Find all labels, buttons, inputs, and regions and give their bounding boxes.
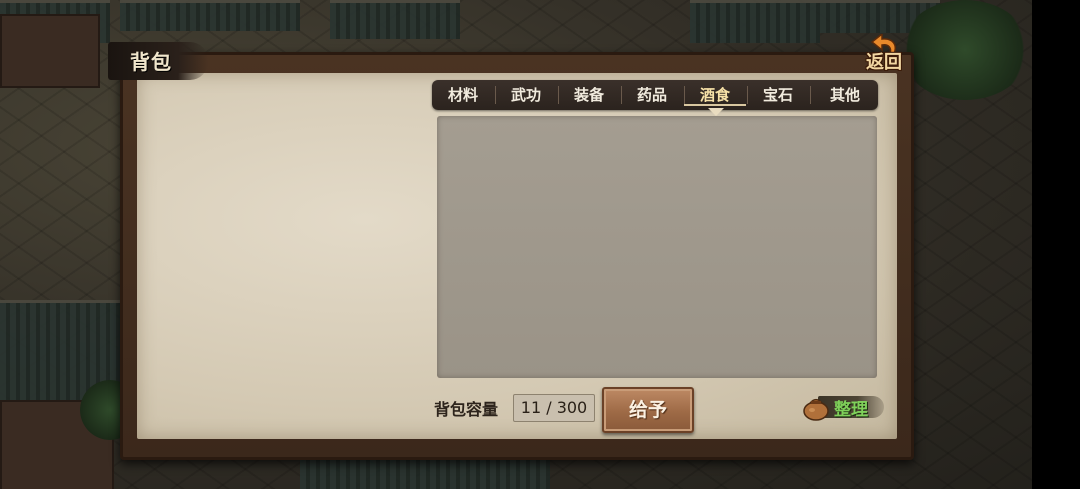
- item-grid[interactable]: [437, 116, 877, 378]
- bag-icon: [803, 398, 829, 421]
- background-tree: [900, 0, 1030, 100]
- background-roof: [330, 0, 460, 39]
- capacity-label: 背包容量: [434, 400, 499, 419]
- active-tab-indicator: [708, 108, 724, 116]
- screen-edge: [1032, 0, 1080, 489]
- tab-medicine[interactable]: 药品: [621, 80, 683, 110]
- sort-button[interactable]: 整理: [800, 390, 888, 424]
- game-screen: 背包 返回 材料 武功 装备 药品 酒食 宝石 其他 背包容量 11 / 300…: [0, 0, 1080, 489]
- window-title: 背包: [130, 50, 172, 74]
- back-button[interactable]: 返回: [862, 34, 914, 73]
- tab-materials[interactable]: 材料: [432, 80, 494, 110]
- back-label: 返回: [866, 52, 902, 73]
- tab-other[interactable]: 其他: [814, 80, 876, 110]
- tab-food-wine[interactable]: 酒食: [684, 80, 746, 110]
- give-button[interactable]: 给予: [602, 387, 694, 433]
- background-roof: [690, 0, 820, 43]
- background-roof: [300, 455, 550, 489]
- background-roof: [120, 0, 300, 31]
- sort-label: 整理: [834, 400, 868, 420]
- capacity-value: 11 / 300: [513, 394, 595, 422]
- background-building: [0, 14, 100, 88]
- category-tabs: 材料 武功 装备 药品 酒食 宝石 其他: [432, 80, 878, 110]
- tab-equipment[interactable]: 装备: [558, 80, 620, 110]
- tab-martial-arts[interactable]: 武功: [495, 80, 557, 110]
- tab-gems[interactable]: 宝石: [747, 80, 809, 110]
- tab-divider: [810, 86, 811, 104]
